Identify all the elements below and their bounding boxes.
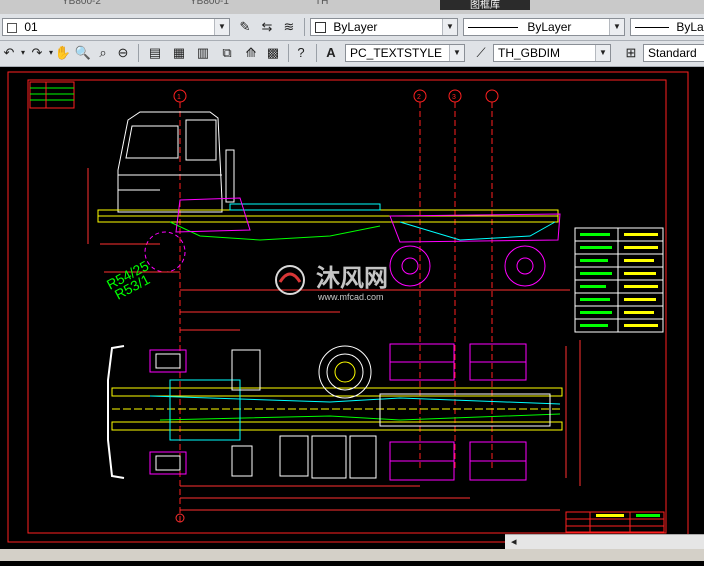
layers-properties-toolbar: 01 ▼ ✎ ⇆ ≋ ByLayer ▼ ByLayer ▼ ByLay (0, 14, 704, 41)
tool-palettes-icon[interactable]: ▥ (194, 44, 212, 62)
chevron-down-icon[interactable]: ▼ (609, 19, 624, 35)
help-icon[interactable]: ? (292, 44, 310, 62)
text-style-dropdown[interactable]: PC_TEXTSTYLE ▼ (345, 44, 465, 62)
sheet-set-manager-icon[interactable]: ⧉ (218, 44, 236, 62)
axis-marker-3: 3 (448, 89, 462, 470)
chevron-down-icon[interactable]: ▼ (449, 45, 464, 61)
layer-dropdown[interactable]: 01 ▼ (2, 18, 230, 36)
quickcalc-icon[interactable]: ▩ (264, 44, 282, 62)
watermark-url: www.mfcad.com (317, 292, 384, 302)
inner-drawing-frame (27, 79, 667, 534)
standard-styles-toolbar: ↶ ▾ ↷ ▾ ✋ 🔍 ⌕ ⊖ ▤ ▦ ▥ ⧉ ⟰ ▩ ? A PC_TEXTS… (0, 41, 704, 67)
linetype-dropdown[interactable]: ByLayer ▼ (463, 18, 625, 36)
axis-marker-4 (485, 89, 499, 470)
lineweight-sample (635, 27, 669, 29)
color-swatch (315, 22, 326, 34)
text-style-icon[interactable]: A (322, 44, 340, 62)
color-dropdown[interactable]: ByLayer ▼ (310, 18, 458, 36)
table-style-icon[interactable]: ⊞ (622, 44, 640, 62)
dimension-style-icon[interactable]: ⟋ (472, 44, 490, 62)
design-center-icon[interactable]: ▦ (170, 44, 188, 62)
specification-table (574, 227, 664, 333)
markup-set-manager-icon[interactable]: ⟰ (242, 44, 260, 62)
properties-icon[interactable]: ▤ (146, 44, 164, 62)
pan-icon[interactable]: ✋ (54, 44, 72, 62)
linetype-sample (468, 27, 518, 29)
cad-drawing: 1 2 3 R54/25 R53/1 沐风网 www.mfcad.com (7, 71, 689, 543)
table-style-dropdown[interactable]: Standard (643, 44, 704, 62)
watermark: 沐风网 www.mfcad.com (275, 265, 388, 302)
tab-drawing-1[interactable]: YB800-2 (62, 0, 101, 10)
dimension-style-dropdown-value: TH_GBDIM (498, 46, 561, 60)
watermark-text: 沐风网 (316, 265, 388, 292)
toolbar-separator (288, 44, 289, 62)
table-style-dropdown-value: Standard (648, 46, 697, 60)
tab-drawing-4[interactable]: 图框库 (440, 0, 530, 11)
lineweight-dropdown[interactable]: ByLay (630, 18, 704, 36)
layer-dropdown-value: 01 (24, 20, 38, 34)
toolbar-separator (138, 44, 139, 62)
document-tab-strip: YB800-2 YB800-1 TH 图框库 (0, 0, 704, 14)
dimension-style-dropdown[interactable]: TH_GBDIM ▼ (493, 44, 611, 62)
zoom-window-icon[interactable]: ⌕ (94, 44, 112, 62)
truck-top-view (107, 311, 581, 523)
horizontal-scrollbar[interactable]: ◂ (505, 534, 704, 550)
drawing-canvas[interactable]: 1 2 3 R54/25 R53/1 沐风网 www.mfcad.com (0, 67, 704, 561)
make-object-layer-current-icon[interactable]: ✎ (236, 18, 254, 36)
title-block (565, 511, 665, 533)
toolbar-separator (304, 18, 305, 36)
tab-drawing-2[interactable]: YB800-1 (190, 0, 229, 10)
zoom-previous-icon[interactable]: ⊖ (114, 44, 132, 62)
chevron-down-icon[interactable]: ▼ (442, 19, 457, 35)
chevron-down-icon[interactable]: ▼ (595, 45, 610, 61)
revision-table (29, 81, 75, 109)
lineweight-dropdown-value: ByLay (676, 20, 704, 34)
chevron-down-icon[interactable]: ▼ (214, 19, 229, 35)
status-bar (0, 549, 704, 561)
layer-previous-icon[interactable]: ⇆ (258, 18, 276, 36)
color-dropdown-value: ByLayer (333, 20, 378, 34)
axis-label-2: 2 (417, 94, 421, 101)
scroll-left-icon[interactable]: ◂ (511, 535, 517, 550)
axis-label-1: 1 (177, 94, 181, 101)
outer-paper-border (7, 71, 689, 543)
layer-states-icon[interactable]: ≋ (280, 18, 298, 36)
axis-label-3: 3 (452, 94, 456, 101)
linetype-dropdown-value: ByLayer (527, 20, 572, 34)
zoom-realtime-icon[interactable]: 🔍 (74, 44, 92, 62)
toolbar-separator (316, 44, 317, 62)
text-style-dropdown-value: PC_TEXTSTYLE (350, 46, 443, 60)
layer-state-icon (7, 22, 17, 33)
tab-drawing-3[interactable]: TH (315, 0, 328, 10)
